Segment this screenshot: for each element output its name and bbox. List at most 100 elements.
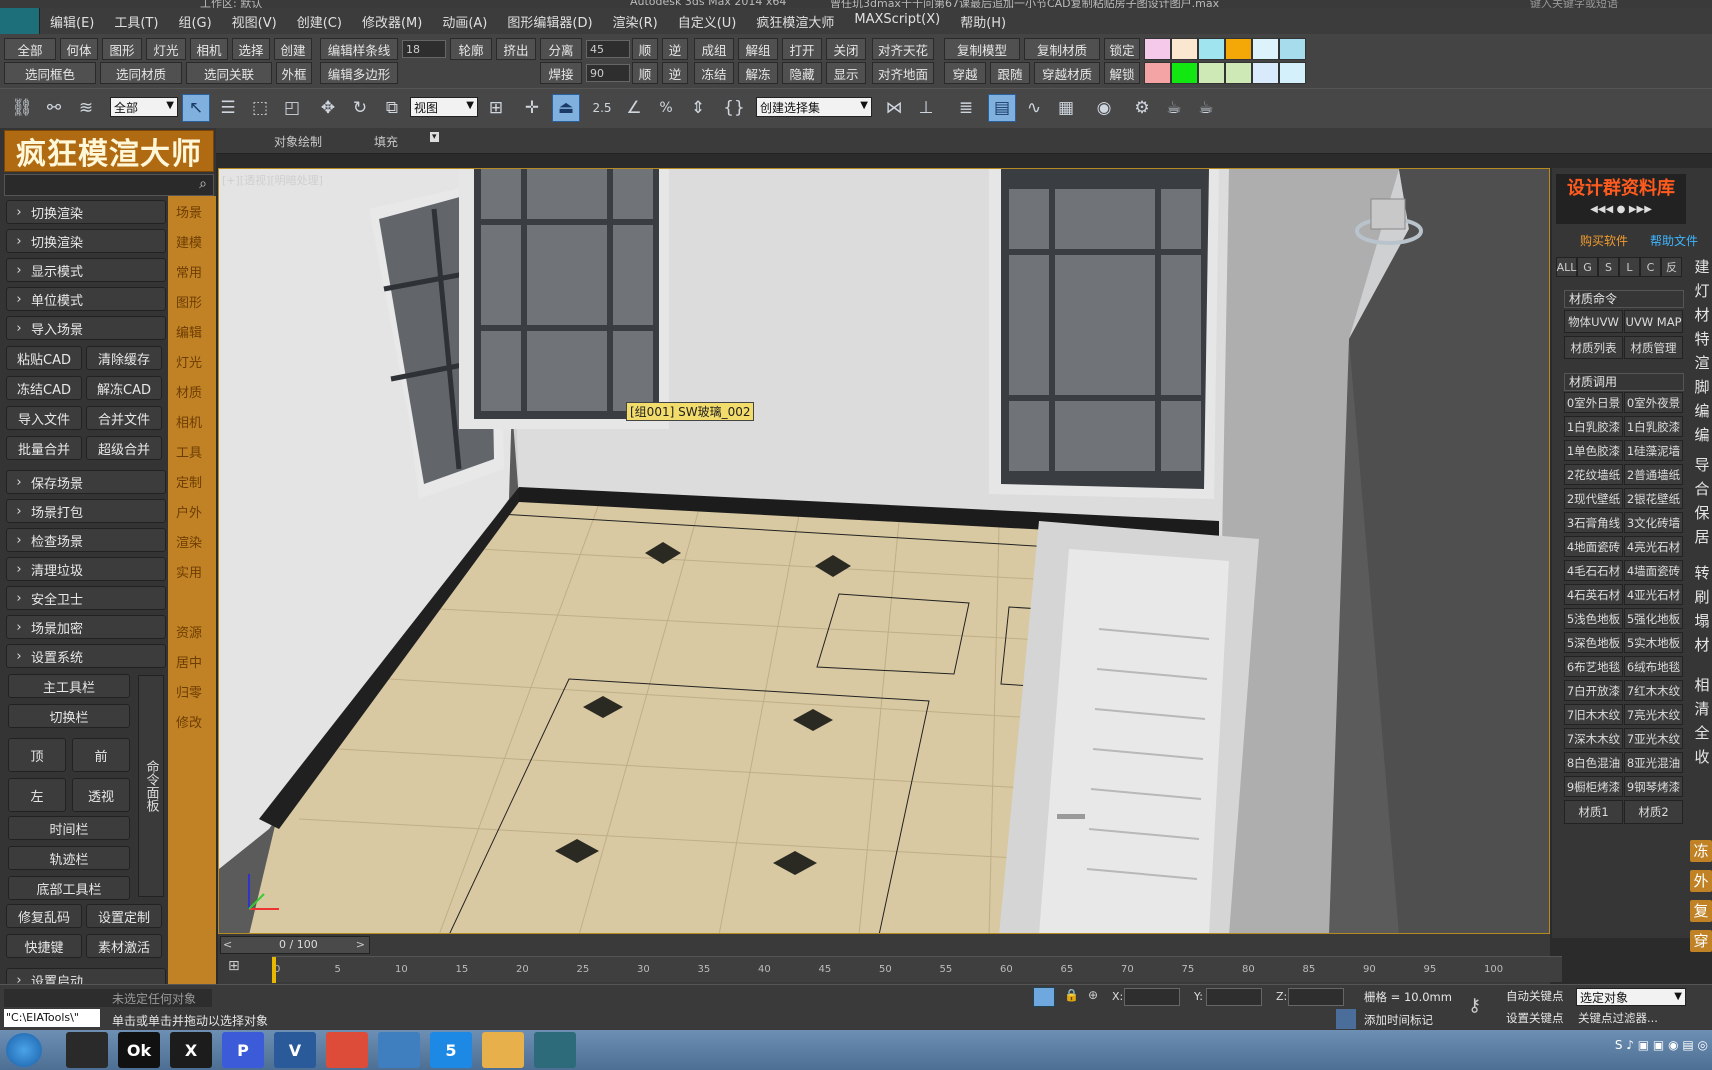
lock-icon[interactable]: 🔒 bbox=[1064, 988, 1079, 1002]
view-button[interactable]: 左 bbox=[8, 778, 66, 812]
material-preset-button[interactable]: 4亚光石材 bbox=[1624, 584, 1683, 605]
freeze-op-4[interactable]: 对齐地面 bbox=[872, 62, 934, 84]
select-manipulate-icon[interactable]: ✛ bbox=[518, 94, 546, 122]
left-row-button[interactable]: › 检查场景 bbox=[6, 528, 166, 552]
menu-item[interactable]: 动画(A) bbox=[432, 12, 497, 31]
cmd-2[interactable]: 图形 bbox=[102, 38, 142, 60]
category-7[interactable]: 相机 bbox=[176, 412, 202, 431]
left-pair-button[interactable]: 修复乱码 bbox=[6, 904, 82, 928]
left-search-field[interactable]: ⌕ bbox=[4, 174, 214, 196]
through-op-1[interactable]: 跟随 bbox=[990, 62, 1030, 84]
group-op-1[interactable]: 解组 bbox=[738, 38, 778, 60]
taskbar-app-icon[interactable] bbox=[534, 1032, 576, 1068]
color-swatch[interactable] bbox=[1144, 62, 1171, 84]
left-row-button[interactable]: › 切换渲染 bbox=[6, 200, 166, 224]
layer-manager-icon[interactable]: ≣ bbox=[952, 94, 980, 122]
side-shortcut[interactable]: 收 bbox=[1692, 746, 1712, 767]
edit-spline-button[interactable]: 编辑样条线 bbox=[320, 38, 398, 60]
category-10[interactable]: 户外 bbox=[176, 502, 202, 521]
edit-poly-button[interactable]: 编辑多边形 bbox=[320, 62, 398, 84]
color-swatch[interactable] bbox=[1171, 38, 1198, 60]
material-preset-button[interactable]: 2现代壁纸 bbox=[1564, 488, 1623, 509]
category-11[interactable]: 渲染 bbox=[176, 532, 202, 551]
material-preset-button[interactable]: 7红木木纹 bbox=[1624, 680, 1683, 701]
scene-explorer-icon[interactable]: ▤ bbox=[988, 94, 1016, 122]
spinner-snap-icon[interactable]: ⇕ bbox=[684, 94, 712, 122]
material-command-button[interactable]: 材质列表 bbox=[1564, 336, 1623, 359]
ribbon-toggle-icon[interactable]: ▾ bbox=[430, 132, 439, 142]
named-selection-dropdown[interactable]: 创建选择集 ▼ bbox=[756, 97, 872, 117]
side-shortcut[interactable]: 居 bbox=[1692, 526, 1712, 547]
menu-item[interactable]: 疯狂模渲大师 bbox=[746, 12, 844, 31]
cmd-4[interactable]: 相机 bbox=[190, 38, 228, 60]
key-mode-dropdown[interactable]: 选定对象 ▼ bbox=[1576, 988, 1686, 1006]
side-shortcut[interactable]: 脚 bbox=[1692, 376, 1712, 397]
material-preset-button[interactable]: 9橱柜烤漆 bbox=[1564, 776, 1623, 797]
side-shortcut[interactable]: 建 bbox=[1692, 256, 1712, 277]
freeze-op-3[interactable]: 显示 bbox=[826, 62, 866, 84]
cmd-6[interactable]: 创建 bbox=[274, 38, 312, 60]
absolute-mode-icon[interactable]: ⊕ bbox=[1088, 988, 1098, 1002]
material-preset-button[interactable]: 5浅色地板 bbox=[1564, 608, 1623, 629]
select-object-icon[interactable]: ↖ bbox=[182, 94, 210, 122]
select-by-name-icon[interactable]: ☰ bbox=[214, 94, 242, 122]
add-time-tag[interactable]: 添加时间标记 bbox=[1364, 1012, 1433, 1028]
material-command-button[interactable]: 材质管理 bbox=[1624, 336, 1683, 359]
cmd-select-2[interactable]: 选同关联 bbox=[186, 62, 272, 84]
left-pair-button[interactable]: 合并文件 bbox=[86, 406, 162, 430]
category-16[interactable]: 修改 bbox=[176, 712, 202, 731]
ribbon-tab-object-paint[interactable]: 对象绘制 bbox=[274, 133, 322, 150]
category-0[interactable]: 场景 bbox=[176, 202, 202, 221]
group-op-4[interactable]: 对齐天花 bbox=[872, 38, 934, 60]
copy-op-0[interactable]: 复制模型 bbox=[944, 38, 1020, 60]
edit-named-selection-icon[interactable]: {} bbox=[720, 94, 748, 122]
taskbar-app-icon[interactable]: P bbox=[222, 1032, 264, 1068]
search-icon[interactable]: ⌕ bbox=[199, 176, 207, 192]
rotate-icon[interactable]: ↻ bbox=[346, 94, 374, 122]
category-12[interactable]: 实用 bbox=[176, 562, 202, 581]
side-shortcut[interactable]: 导 bbox=[1692, 454, 1712, 475]
toolbar-toggle-button[interactable]: 主工具栏 bbox=[8, 674, 130, 698]
copy-op-1[interactable]: 复制材质 bbox=[1024, 38, 1100, 60]
material-preset-button[interactable]: 4石英石材 bbox=[1564, 584, 1623, 605]
material-preset-button[interactable]: 5强化地板 bbox=[1624, 608, 1683, 629]
left-pair-button[interactable]: 粘贴CAD bbox=[6, 346, 82, 370]
left-pair-button[interactable]: 解冻CAD bbox=[86, 376, 162, 400]
poly-op-0[interactable]: 焊接 bbox=[540, 62, 582, 84]
left-pair-button[interactable]: 批量合并 bbox=[6, 436, 82, 460]
menu-item[interactable]: 创建(C) bbox=[287, 12, 352, 31]
category-5[interactable]: 灯光 bbox=[176, 352, 202, 371]
right-tab[interactable]: L bbox=[1619, 257, 1640, 277]
color-swatch[interactable] bbox=[1279, 38, 1306, 60]
side-shortcut[interactable]: 特 bbox=[1692, 328, 1712, 349]
rect-selection-icon[interactable]: ⬚ bbox=[246, 94, 274, 122]
menu-item[interactable]: 修改器(M) bbox=[352, 12, 432, 31]
bar-toggle-button[interactable]: 底部工具栏 bbox=[8, 876, 130, 900]
resource-library-banner[interactable]: 设计群资料库 ◀◀◀ ● ▶▶▶ bbox=[1556, 174, 1686, 224]
side-shortcut[interactable]: 材 bbox=[1692, 634, 1712, 655]
left-row-button[interactable]: › 清理垃圾 bbox=[6, 557, 166, 581]
side-shortcut-highlight[interactable]: 外 bbox=[1690, 870, 1712, 892]
tray-icons[interactable]: S ♪ ▣ ▣ ◉ ▤ ◎ bbox=[1615, 1038, 1708, 1052]
material-preset-button[interactable]: 1白乳胶漆 bbox=[1624, 416, 1683, 437]
menu-item[interactable]: 编辑(E) bbox=[40, 12, 104, 31]
left-row-button[interactable]: › 导入场景 bbox=[6, 316, 166, 340]
material-preset-button[interactable]: 7亮光木纹 bbox=[1624, 704, 1683, 725]
left-row-button[interactable]: › 保存场景 bbox=[6, 470, 166, 494]
poly-op-2[interactable]: 逆 bbox=[662, 62, 688, 84]
material-preset-button[interactable]: 5实木地板 bbox=[1624, 632, 1683, 653]
side-shortcut[interactable]: 保 bbox=[1692, 502, 1712, 523]
left-row-button[interactable]: › 单位模式 bbox=[6, 287, 166, 311]
cmd-select-0[interactable]: 选同框色 bbox=[4, 62, 96, 84]
taskbar-app-icon[interactable]: V bbox=[274, 1032, 316, 1068]
left-pair-button[interactable]: 清除缓存 bbox=[86, 346, 162, 370]
material-slot-button[interactable]: 材质1 bbox=[1564, 800, 1623, 824]
material-preset-button[interactable]: 9钢琴烤漆 bbox=[1624, 776, 1683, 797]
spline-op-3[interactable]: 顺 bbox=[632, 38, 658, 60]
material-preset-button[interactable]: 6布艺地毯 bbox=[1564, 656, 1623, 677]
material-preset-button[interactable]: 0室外日景 bbox=[1564, 392, 1623, 413]
color-swatch[interactable] bbox=[1252, 62, 1279, 84]
left-row-button[interactable]: › 场景加密 bbox=[6, 615, 166, 639]
mirror-icon[interactable]: ⋈ bbox=[880, 94, 908, 122]
side-shortcut[interactable]: 相 bbox=[1692, 674, 1712, 695]
